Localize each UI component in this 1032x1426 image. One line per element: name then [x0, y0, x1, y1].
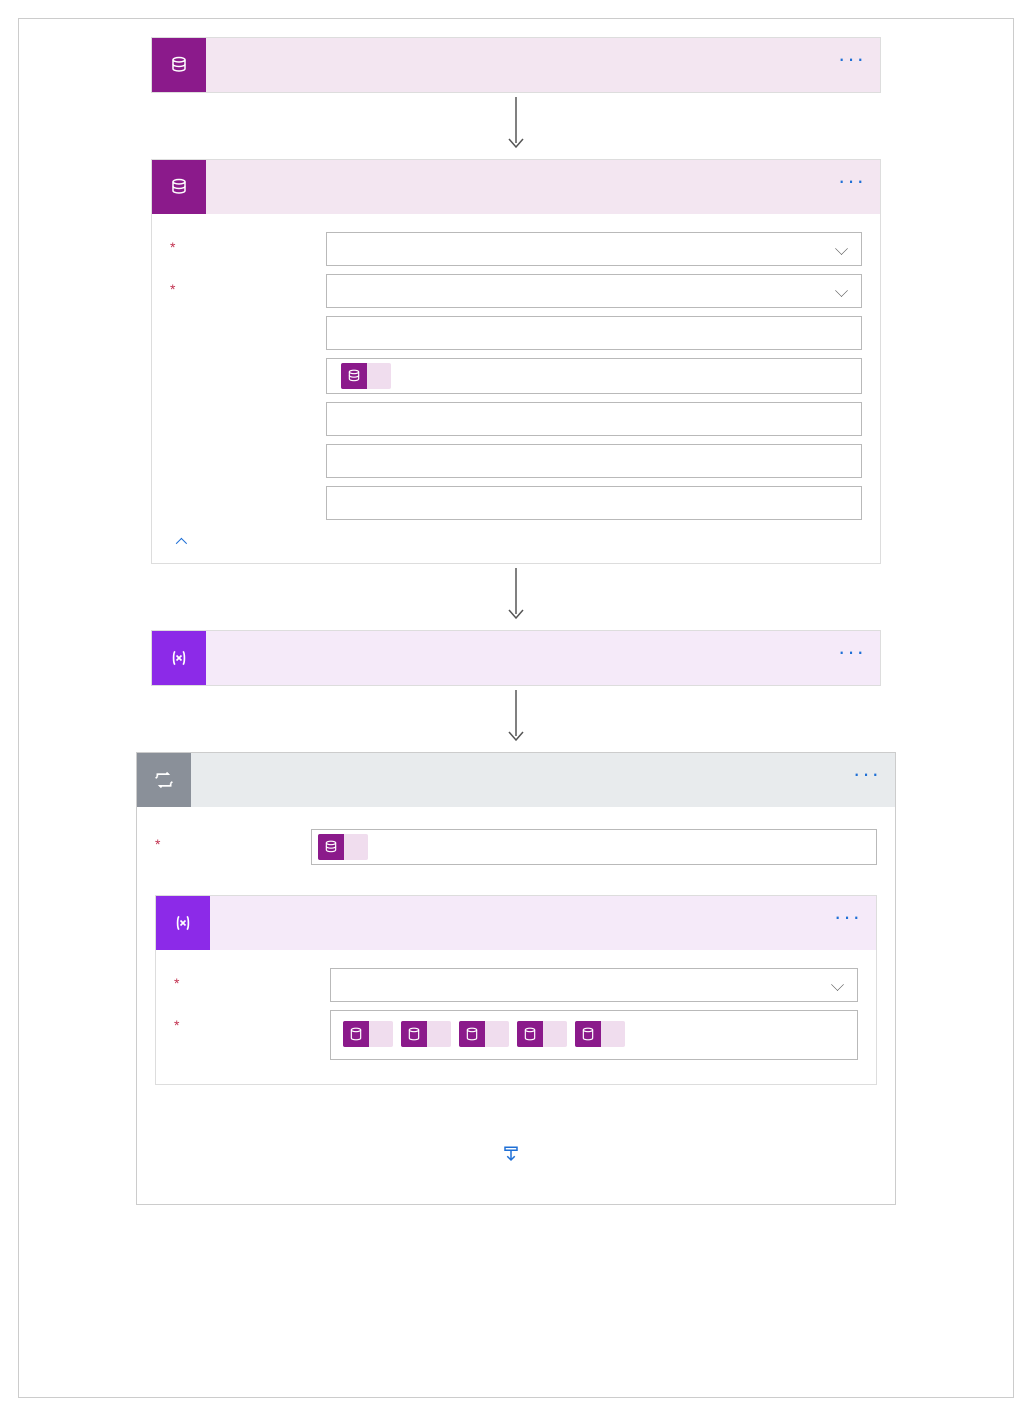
token-value[interactable] [318, 834, 368, 860]
topcount-input[interactable] [326, 444, 862, 478]
step-menu-button[interactable]: ··· [838, 54, 866, 64]
token-extended[interactable] [517, 1021, 567, 1047]
token-price[interactable] [459, 1021, 509, 1047]
label-select-output: * [155, 829, 311, 853]
flow-canvas: ··· ··· * * [18, 18, 1014, 1398]
orderby-input[interactable] [326, 402, 862, 436]
connector-arrow [79, 568, 953, 624]
token-discount[interactable] [575, 1021, 625, 1047]
step-list-records: ··· * * [151, 159, 881, 564]
step-list-header[interactable]: ··· [152, 160, 880, 214]
step-each-header[interactable]: ··· [137, 753, 895, 807]
step-menu-button[interactable]: ··· [853, 769, 881, 779]
connector-arrow [79, 97, 953, 153]
step-init-header[interactable]: ··· [152, 631, 880, 685]
label-value: * [174, 1010, 330, 1034]
token-quote[interactable] [341, 363, 391, 389]
token-quantity[interactable] [343, 1021, 393, 1047]
label-expand [170, 486, 326, 492]
loop-icon [137, 753, 191, 807]
add-action-icon [502, 1145, 520, 1163]
environment-select[interactable] [326, 232, 862, 266]
label-aggregation [170, 316, 326, 322]
step-list-body: * * [152, 214, 880, 563]
hide-advanced-link[interactable] [170, 538, 184, 546]
label-topcount [170, 444, 326, 450]
label-name: * [174, 968, 330, 992]
label-environment: * [170, 232, 326, 256]
add-action-button[interactable] [502, 1145, 530, 1163]
step-trigger-header[interactable]: ··· [152, 38, 880, 92]
select-output-input[interactable] [311, 829, 877, 865]
aggregation-input[interactable] [326, 316, 862, 350]
step-apply-to-each: ··· * [136, 752, 896, 1205]
variable-icon [152, 631, 206, 685]
entity-select[interactable] [326, 274, 862, 308]
label-filter [170, 358, 326, 364]
step-each-body: * [137, 807, 895, 1204]
variable-name-select[interactable] [330, 968, 858, 1002]
variable-icon [156, 896, 210, 950]
connector-arrow [79, 690, 953, 746]
step-append-variable: ··· * * [155, 895, 877, 1085]
chevron-up-icon [176, 538, 187, 549]
label-entity: * [170, 274, 326, 298]
step-menu-button[interactable]: ··· [838, 176, 866, 186]
step-menu-button[interactable]: ··· [838, 647, 866, 657]
expand-input[interactable] [326, 486, 862, 520]
step-menu-button[interactable]: ··· [834, 912, 862, 922]
value-input[interactable] [330, 1010, 858, 1060]
label-orderby [170, 402, 326, 408]
step-init-variable: ··· [151, 630, 881, 686]
step-append-header[interactable]: ··· [156, 896, 876, 950]
filter-input[interactable] [326, 358, 862, 394]
cds-icon [152, 38, 206, 92]
token-name[interactable] [401, 1021, 451, 1047]
cds-icon [152, 160, 206, 214]
step-trigger: ··· [151, 37, 881, 93]
